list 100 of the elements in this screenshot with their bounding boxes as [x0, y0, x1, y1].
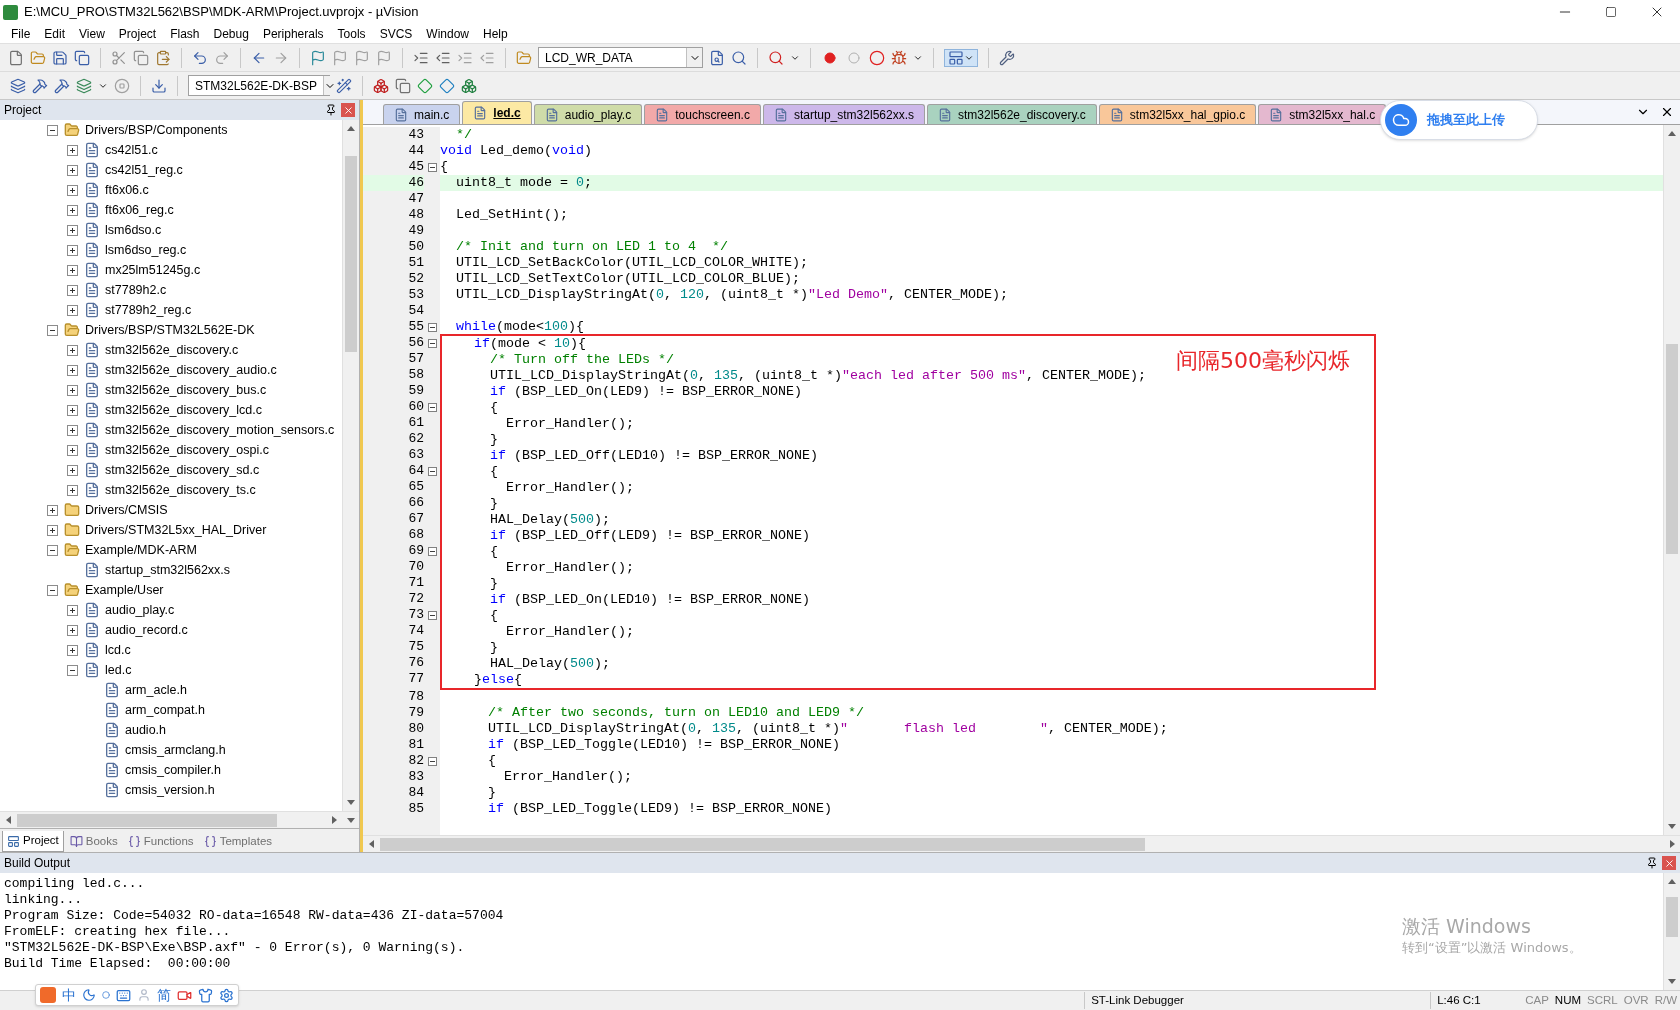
fold-toggle-icon[interactable] [427, 338, 437, 348]
collapse-icon[interactable] [47, 544, 58, 556]
expand-icon[interactable] [67, 644, 78, 656]
tree-item[interactable]: arm_compat.h [125, 700, 205, 720]
tree-item[interactable]: stm32l562e_discovery_motion_sensors.c [105, 420, 335, 440]
paste-icon[interactable] [155, 49, 171, 66]
tree-item[interactable]: Example/User [85, 580, 164, 600]
panel-tab[interactable]: Project [2, 831, 64, 852]
tree-item[interactable]: Drivers/CMSIS [85, 500, 168, 520]
download-icon[interactable] [151, 77, 167, 94]
expand-icon[interactable] [67, 244, 78, 256]
new-file-icon[interactable] [8, 49, 24, 66]
search-icon[interactable] [731, 49, 747, 66]
expand-icon[interactable] [67, 304, 78, 316]
panel-tab[interactable]: Books [65, 831, 122, 852]
menu-item[interactable]: SVCS [372, 24, 420, 43]
scroll-down-icon[interactable] [346, 797, 356, 807]
menu-item[interactable]: Debug [206, 24, 256, 43]
boxes-icon[interactable] [373, 77, 389, 94]
expand-icon[interactable] [67, 464, 78, 476]
window-layout-icon[interactable] [948, 49, 964, 66]
tree-item[interactable]: cs42l51_reg.c [105, 160, 183, 180]
vertical-scrollbar[interactable] [1663, 873, 1680, 990]
tree-item[interactable]: lsm6dso.c [105, 220, 162, 240]
expand-icon[interactable] [67, 444, 78, 456]
menu-item[interactable]: Peripherals [255, 24, 331, 43]
diamond-icon[interactable] [417, 77, 433, 94]
pin-icon[interactable] [325, 104, 337, 116]
tree-item[interactable]: lsm6dso_reg.c [105, 240, 187, 260]
expand-icon[interactable] [67, 224, 78, 236]
expand-icon[interactable] [67, 624, 78, 636]
editor-tab[interactable]: stm32l562e_discovery.c [927, 104, 1097, 124]
save-all-icon[interactable] [74, 49, 90, 66]
build-icon[interactable] [54, 77, 70, 94]
menu-item[interactable]: Edit [37, 24, 73, 43]
tree-item[interactable]: startup_stm32l562xx.s [105, 560, 231, 580]
restore-icon[interactable] [1605, 6, 1617, 18]
expand-icon[interactable] [67, 144, 78, 156]
expand-icon[interactable] [67, 424, 78, 436]
open-folder-icon[interactable] [30, 49, 46, 66]
editor-tab[interactable]: startup_stm32l562xx.s [762, 104, 925, 124]
tree-item[interactable]: Example/MDK-ARM [85, 540, 197, 560]
collapse-icon[interactable] [47, 124, 58, 136]
stack-icon[interactable] [395, 77, 411, 94]
scroll-down-icon[interactable] [345, 815, 356, 825]
tree-item[interactable]: stm32l562e_discovery_ospi.c [105, 440, 269, 460]
tree-item[interactable]: st7789h2.c [105, 280, 167, 300]
save-icon[interactable] [52, 49, 68, 66]
keyboard-icon[interactable] [116, 987, 131, 1003]
editor-tab[interactable]: audio_play.c [533, 104, 643, 124]
expand-icon[interactable] [67, 484, 78, 496]
tree-item[interactable]: Drivers/STM32L5xx_HAL_Driver [85, 520, 267, 540]
fold-toggle-icon[interactable] [427, 322, 437, 332]
layers-icon[interactable] [10, 77, 26, 94]
menu-item[interactable]: Window [419, 24, 476, 43]
tree-item[interactable]: audio_play.c [105, 600, 175, 620]
tree-item[interactable]: ft6x06.c [105, 180, 149, 200]
menu-item[interactable]: File [4, 24, 38, 43]
menu-item[interactable]: Flash [163, 24, 207, 43]
fold-toggle-icon[interactable] [427, 162, 437, 172]
fold-toggle-icon[interactable] [427, 610, 437, 620]
upload-widget[interactable]: 拖拽至此上传 [1380, 100, 1538, 140]
tree-item[interactable]: mx25lm51245g.c [105, 260, 201, 280]
expand-icon[interactable] [67, 604, 78, 616]
vertical-scrollbar[interactable] [342, 120, 359, 811]
settings-icon[interactable] [219, 987, 234, 1003]
cut-icon[interactable] [111, 49, 127, 66]
file-search-icon[interactable] [709, 49, 725, 66]
fold-toggle-icon[interactable] [427, 402, 437, 412]
expand-icon[interactable] [67, 404, 78, 416]
panel-tab[interactable]: Templates [199, 831, 277, 852]
fold-toggle-icon[interactable] [427, 466, 437, 476]
find-combo[interactable]: LCD_WR_DATA [538, 47, 703, 68]
tree-item[interactable]: stm32l562e_discovery_bus.c [105, 380, 267, 400]
vertical-scrollbar[interactable] [1663, 125, 1680, 835]
tree-item[interactable]: stm32l562e_discovery.c [105, 340, 239, 360]
expand-icon[interactable] [67, 184, 78, 196]
horizontal-scrollbar[interactable] [0, 811, 359, 828]
undo-icon[interactable] [192, 49, 208, 66]
editor-tab[interactable]: led.c [462, 101, 532, 124]
editor-tab[interactable]: stm32l5xx_hal_gpio.c [1098, 104, 1257, 124]
editor-tab[interactable]: main.c [383, 104, 461, 124]
tree-item[interactable]: cmsis_armclang.h [125, 740, 226, 760]
scroll-up-icon[interactable] [1667, 129, 1677, 139]
panel-tab[interactable]: Functions [123, 831, 198, 852]
menu-item[interactable]: Project [111, 24, 164, 43]
open-folder-icon[interactable] [516, 49, 532, 66]
tree-item[interactable]: stm32l562e_discovery_sd.c [105, 460, 260, 480]
scroll-up-icon[interactable] [1667, 877, 1677, 887]
circle-icon[interactable] [869, 49, 885, 66]
ime-language-toggle[interactable]: 中 [62, 984, 76, 1006]
tree-item[interactable]: stm32l562e_discovery_ts.c [105, 480, 256, 500]
tree-item[interactable]: cmsis_version.h [125, 780, 215, 800]
expand-icon[interactable] [67, 284, 78, 296]
menu-item[interactable]: Help [476, 24, 515, 43]
search-icon[interactable] [768, 49, 784, 66]
tree-item[interactable]: Drivers/BSP/STM32L562E-DK [85, 320, 255, 340]
scroll-thumb[interactable] [1666, 344, 1678, 554]
collapse-icon[interactable] [47, 584, 58, 596]
scroll-up-icon[interactable] [346, 124, 356, 134]
